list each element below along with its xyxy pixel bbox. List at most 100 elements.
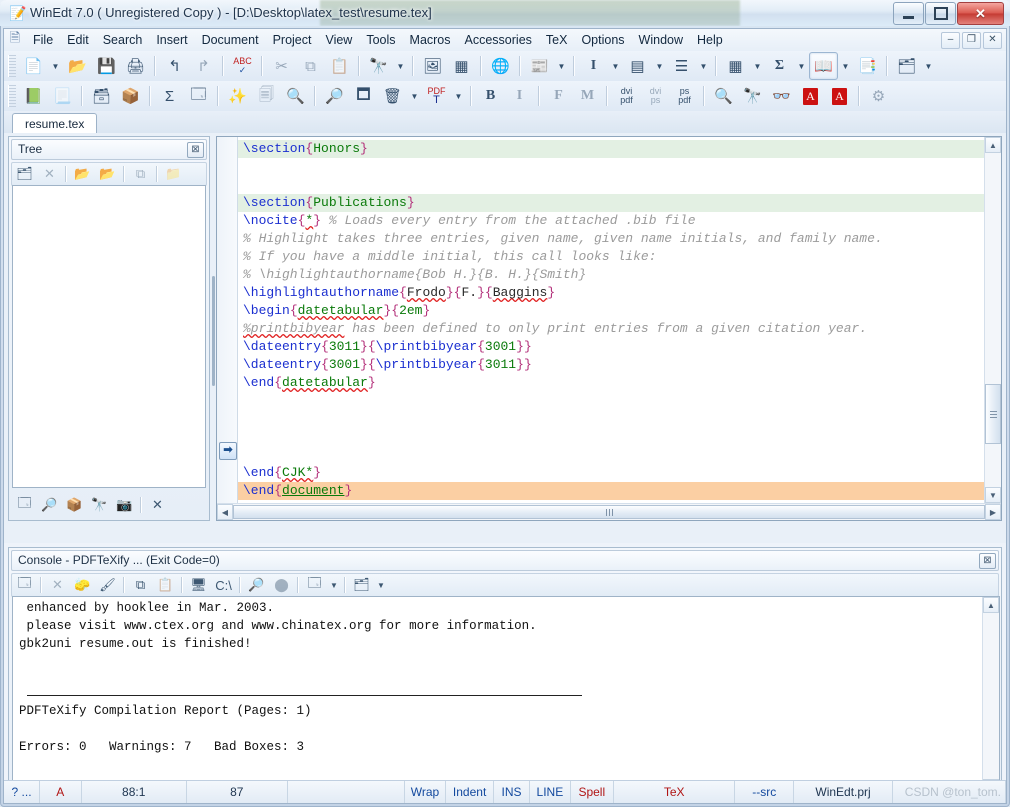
code-line[interactable] (238, 410, 984, 428)
package-panel-button[interactable]: 📦 (62, 494, 87, 516)
code-line[interactable] (238, 176, 984, 194)
code-line[interactable]: \dateentry{3001}{\printbibyear{3011}} (238, 356, 984, 374)
menu-options[interactable]: Options (574, 31, 631, 49)
acrobat-reader-button[interactable]: A (796, 82, 825, 110)
find-button[interactable]: 🔭 (364, 52, 393, 80)
insert-mode[interactable]: INS (494, 781, 531, 803)
code-line[interactable] (238, 392, 984, 410)
italic-style-dropdown[interactable]: ▼ (608, 52, 623, 80)
menu-tex[interactable]: TeX (539, 31, 575, 49)
pdf-search-button[interactable]: A (825, 82, 854, 110)
bibtex-button[interactable]: ✨ (223, 82, 252, 110)
status-indicator[interactable]: ⬤ (269, 574, 294, 596)
open-folder-add-button[interactable]: 📂 (95, 163, 120, 185)
spell-mode[interactable]: Spell (571, 781, 614, 803)
font-family-button[interactable]: F (544, 82, 573, 110)
cursor-position[interactable]: 88:1 (82, 781, 187, 803)
binoculars-panel-button[interactable]: 🔭 (87, 494, 112, 516)
paste-console-button[interactable]: 📋 (153, 574, 178, 596)
mode-tex[interactable]: TeX (614, 781, 736, 803)
log-panel-button[interactable]: 🗔 (12, 494, 37, 516)
minimize-button[interactable] (893, 2, 924, 25)
list-dropdown[interactable]: ▼ (696, 52, 711, 80)
scroll-down-button[interactable]: ▼ (985, 487, 1001, 503)
code-line[interactable] (238, 158, 984, 176)
editor-scroll-thumb[interactable] (985, 384, 1001, 444)
code-line[interactable]: \section{Honors} (238, 140, 984, 158)
paragraph-align-dropdown[interactable]: ▼ (652, 52, 667, 80)
code-line[interactable]: %printbibyear has been defined to only p… (238, 320, 984, 338)
spell-check-button[interactable]: ABC ✓ (228, 52, 257, 80)
tabular-dropdown[interactable]: ▼ (750, 52, 765, 80)
log-file-dropdown[interactable]: ▼ (327, 574, 341, 596)
toolbar-grip-2[interactable] (8, 85, 16, 107)
code-line[interactable]: % \highlightauthorname{Bob H.}{B. H.}{Sm… (238, 266, 984, 284)
build-tree-button[interactable]: 🗂 (12, 163, 37, 185)
document-properties-dropdown[interactable]: ▼ (554, 52, 569, 80)
close-panel-button[interactable]: ✕ (145, 494, 170, 516)
menu-help[interactable]: Help (690, 31, 730, 49)
console-close-icon[interactable]: ⊠ (979, 553, 996, 569)
math-sigma-button[interactable]: Σ (765, 52, 794, 80)
log-view-button[interactable]: 🗔 (184, 82, 213, 110)
copy-console-button[interactable]: ⧉ (128, 574, 153, 596)
new-document-button[interactable]: 📄 (19, 52, 48, 80)
italic-style-button[interactable]: I (579, 52, 608, 80)
tree-panel-close-icon[interactable]: ⊠ (187, 142, 204, 158)
code-line[interactable]: \section{Publications} (238, 194, 984, 212)
insert-table-button[interactable]: ▦ (447, 52, 476, 80)
gutter-jump-icon[interactable]: ➡ (219, 442, 237, 460)
insert-image-button[interactable]: 🖼 (418, 52, 447, 80)
bold-button[interactable]: B (476, 82, 505, 110)
preview-button[interactable]: 🔍 (281, 82, 310, 110)
clean-button[interactable]: 🗑 (378, 82, 407, 110)
pdftexify-button[interactable]: PDF T (422, 82, 451, 110)
code-line[interactable] (238, 446, 984, 464)
line-count[interactable]: 87 (187, 781, 288, 803)
menu-document[interactable]: Document (195, 31, 266, 49)
scroll-left-button[interactable]: ◀ (217, 504, 233, 520)
editor-code-area[interactable]: \section{Honors} \section{Publications} \… (238, 137, 984, 503)
mdi-minimize-button[interactable]: – (941, 31, 960, 49)
clear-console-button[interactable]: 🧽 (70, 574, 95, 596)
code-line[interactable]: \dateentry{3011}{\printbibyear{3001}} (238, 338, 984, 356)
open-file-button[interactable]: 📂 (63, 52, 92, 80)
expand-folder-button[interactable]: 📁 (161, 163, 186, 185)
editor-hscroll-thumb[interactable] (233, 505, 985, 519)
ps-to-pdf-button[interactable]: ps pdf (670, 82, 699, 110)
bibliography-dropdown[interactable]: ▼ (838, 52, 853, 80)
code-line[interactable]: \highlightauthorname{Frodo}{F.}{Baggins} (238, 284, 984, 302)
watermark[interactable]: CSDN @ton_tom. (893, 781, 1007, 803)
modified-indicator[interactable]: A (40, 781, 82, 803)
menu-search[interactable]: Search (96, 31, 150, 49)
bibliography-button[interactable]: 📖 (809, 52, 838, 80)
error-search-button[interactable]: 🔎 (320, 82, 349, 110)
math-sigma-dropdown[interactable]: ▼ (794, 52, 809, 80)
dvi-to-ps-button[interactable]: dvi ps (641, 82, 670, 110)
copy-button[interactable]: ⧉ (296, 52, 325, 80)
dvi-preview-button[interactable]: 🔍 (709, 82, 738, 110)
open-folder-button[interactable]: 📂 (70, 163, 95, 185)
menu-file[interactable]: File (26, 31, 60, 49)
console-button[interactable]: 🗖 (349, 82, 378, 110)
makeindex-button[interactable]: 🗐 (252, 82, 281, 110)
toolbar-grip[interactable] (8, 55, 16, 77)
scroll-up-button[interactable]: ▲ (985, 137, 1001, 153)
indent-mode[interactable]: Indent (446, 781, 494, 803)
copy-tree-button[interactable]: ⧉ (128, 163, 153, 185)
package-dropdown[interactable]: ▼ (921, 52, 936, 80)
console-output[interactable]: enhanced by hooklee in Mar. 2003. please… (12, 596, 1000, 796)
wrap-mode[interactable]: Wrap (405, 781, 447, 803)
maximize-button[interactable] (925, 2, 956, 25)
web-link-button[interactable]: 🌐 (486, 52, 515, 80)
menu-project[interactable]: Project (266, 31, 319, 49)
project-manager-button[interactable]: 📦 (116, 82, 145, 110)
code-line[interactable]: % Highlight takes three entries, given n… (238, 230, 984, 248)
list-button[interactable]: ☰ (667, 52, 696, 80)
document-class-button[interactable]: 📑 (853, 52, 882, 80)
menu-accessories[interactable]: Accessories (458, 31, 539, 49)
camera-panel-button[interactable]: 📷 (112, 494, 137, 516)
new-document-dropdown[interactable]: ▼ (48, 52, 63, 80)
options-button[interactable]: 🗂 (349, 574, 374, 596)
console-scroll-up-button[interactable]: ▲ (983, 597, 999, 613)
